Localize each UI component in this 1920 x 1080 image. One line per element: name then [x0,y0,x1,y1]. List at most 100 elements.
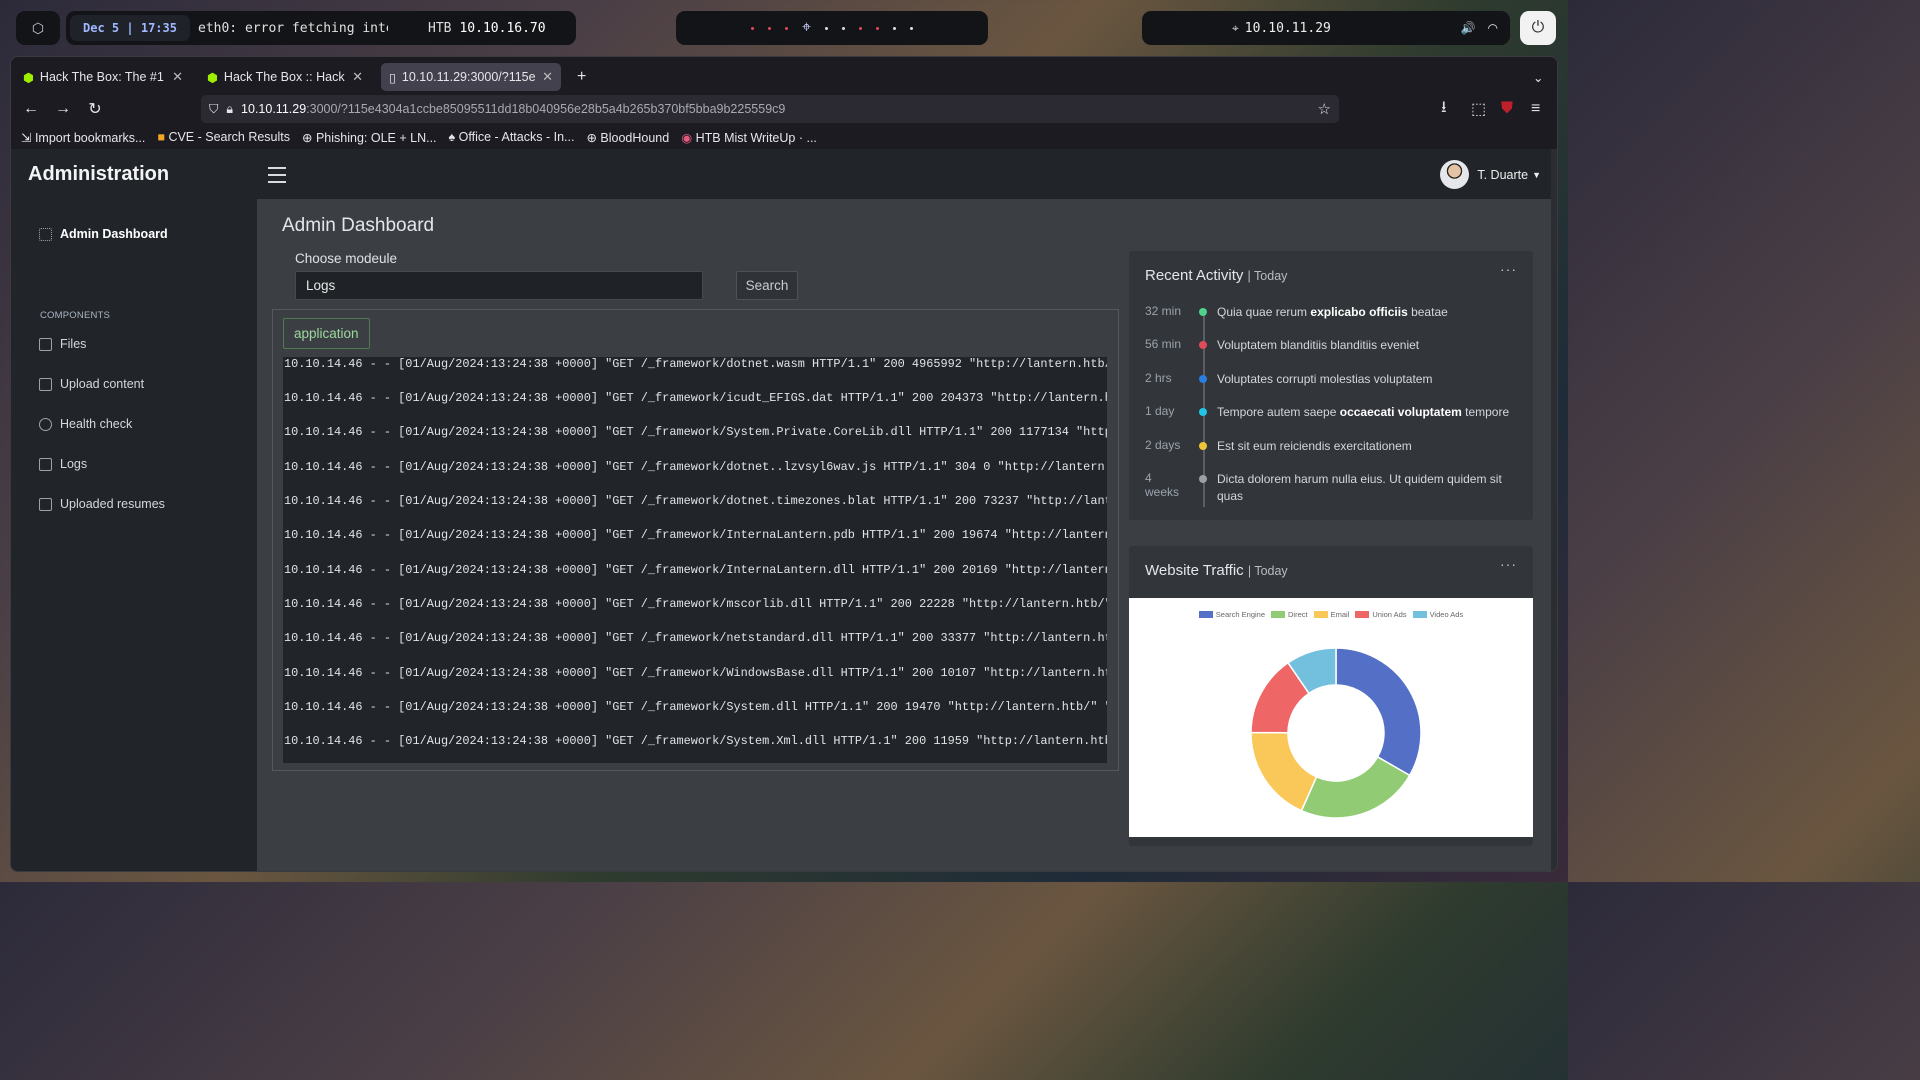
close-icon[interactable]: ✕ [542,69,553,85]
card-subtitle: | Today [1247,269,1288,283]
activity-item: 2 hrs Voluptates corrupti molestias volup… [1145,371,1523,388]
sidebar-item-upload[interactable]: Upload content [39,377,144,391]
close-icon[interactable]: ✕ [172,69,183,85]
legend-item[interactable]: Union Ads [1355,610,1407,619]
main-content: Admin Dashboard Choose modeule Logs Sear… [257,199,1557,871]
tab-htb-home[interactable]: ⬢ Hack The Box: The #1 C ✕ [15,63,191,91]
wifi-icon[interactable]: ◠ [1488,21,1498,35]
card-subtitle: | Today [1247,564,1288,578]
bookmark-label: BloodHound [600,130,670,145]
tab-htb-hack[interactable]: ⬢ Hack The Box :: Hack Th ✕ [199,63,371,91]
hamburger-icon[interactable] [268,167,286,188]
sidebar-item-resumes[interactable]: Uploaded resumes [39,497,165,511]
activity-dot [1199,408,1207,416]
log-viewer[interactable]: 10.10.14.46 - - [01/Aug/2024:13:24:38 +0… [283,357,1107,763]
card-title: Website Traffic | Today [1145,562,1288,579]
star-icon[interactable]: ☆ [1318,100,1331,118]
upload-icon [39,377,52,391]
legend-label: Email [1330,610,1350,619]
target-ip: 10.10.11.29 [1244,20,1331,36]
download-icon[interactable]: ⭳ [1441,96,1447,123]
activity-dot [1199,375,1207,383]
clock[interactable]: Dec 5 | 17:35 [70,15,190,41]
activity-text: Voluptatem blanditiis blanditiis eveniet [1217,337,1523,354]
back-button[interactable]: ← [17,100,45,118]
sidebar-item-files[interactable]: Files [39,337,86,351]
page-scrollbar[interactable] [1551,149,1557,871]
extensions-icon[interactable]: ⬚ [1471,99,1486,119]
application-log-button[interactable]: application [283,318,370,349]
tab-label: Hack The Box: The #1 C [39,70,167,84]
legend-item[interactable]: Search Engine [1198,610,1265,619]
module-label: Choose modeule [295,251,398,266]
forward-button[interactable]: → [49,100,77,118]
activity-item: 56 min Voluptatem blanditiis blanditiis e… [1145,337,1523,354]
grid-icon [39,227,52,241]
htb-cube-icon: ⬢ [23,70,34,85]
sidebar-item-label: Logs [60,457,88,471]
bookmark-cve[interactable]: ■ CVE - Search Results [157,130,290,144]
chart-legend[interactable]: Search Engine Direct Email Union Ads Video A… [1129,610,1533,619]
bookmark-label: CVE - Search Results [168,130,291,144]
card-title: Recent Activity | Today [1145,267,1287,284]
bookmark-label: Import bookmarks... [34,130,146,145]
module-input[interactable]: Logs [295,271,703,300]
activity-dot [1199,475,1207,483]
sidebar-item-label: Files [60,337,87,351]
menu-icon[interactable]: ≡ [1531,100,1540,118]
log-line: 10.10.14.46 - - [01/Aug/2024:13:24:38 +0… [284,494,1107,508]
bookmark-office[interactable]: ♠ Office - Attacks - In... [449,130,575,144]
activity-time: 56 min [1145,337,1182,351]
donut-slice[interactable] [1300,755,1411,819]
page-icon: ▯ [389,70,396,85]
activity-text: Quia quae rerum explicabo officiis beata… [1217,304,1523,321]
donut-slice[interactable] [1335,647,1422,777]
legend-item[interactable]: Email [1313,610,1350,619]
bookmark-import[interactable]: ⇲ Import bookmarks... [21,130,145,145]
sidebar-item-health[interactable]: Health check [39,417,132,431]
page-title: Admin Dashboard [282,215,435,236]
more-icon[interactable]: ··· [1500,261,1517,277]
volume-icon[interactable]: 🔊 [1461,21,1476,35]
caret-down-icon: ▼ [1532,169,1541,180]
htb-label: HTB [428,20,452,36]
clock-time: 17:35 [140,21,177,35]
log-line: 10.10.14.46 - - [01/Aug/2024:13:24:38 +0… [284,734,1107,748]
workspace-indicator[interactable]: ⬡ [16,11,60,45]
search-button[interactable]: Search [736,271,798,300]
website-traffic-card: Website Traffic | Today ··· Search Engin… [1129,546,1533,846]
import-icon: ⇲ [21,130,35,145]
log-line: 10.10.14.46 - - [01/Aug/2024:13:24:38 +0… [284,425,1107,439]
traffic-chart: Search Engine Direct Email Union Ads Video A… [1129,598,1533,837]
bookmark-phishing[interactable]: ⊕ Phishing: OLE + LN... [302,130,437,145]
reload-button[interactable]: ↻ [81,99,109,119]
legend-item[interactable]: Video Ads [1412,610,1463,619]
sidebar-item-dashboard[interactable]: Admin Dashboard [39,227,168,241]
app-header: Administration T. Duarte ▼ [11,149,1557,199]
donut-slice[interactable] [1250,731,1318,812]
activity-item: 4 weeks Dicta dolorem harum nulla eius. U… [1145,471,1523,505]
tab-active[interactable]: ▯ 10.10.11.29:3000/?115e ✕ [381,63,561,91]
bookmark-bloodhound[interactable]: ⊕ BloodHound [586,130,669,145]
activity-dot [1199,442,1207,450]
power-button[interactable]: ⏻ [1520,11,1556,45]
donut-chart[interactable] [1231,628,1441,838]
url-host: 10.10.11.29 [241,102,307,116]
new-tab-button[interactable]: + [569,63,593,91]
close-icon[interactable]: ✕ [352,69,363,85]
list-tabs-button[interactable]: ⌄ [1525,63,1549,91]
url-bar[interactable]: ⛉ 🔒︎ 10.10.11.29:3000/?115e4304a1ccbe850… [201,95,1339,123]
more-icon[interactable]: ··· [1500,556,1517,572]
user-menu[interactable]: T. Duarte ▼ [1440,160,1541,189]
tab-label: 10.10.11.29:3000/?115e [401,70,536,84]
globe-icon: ⊕ [586,130,601,145]
bookmark-mist[interactable]: ◉ HTB Mist WriteUp · ... [681,130,817,145]
user-name: T. Duarte [1477,167,1529,182]
log-line: 10.10.14.46 - - [01/Aug/2024:13:24:38 +0… [284,563,1107,577]
ublock-icon[interactable]: ⛊ [1501,100,1513,118]
workspace-dots[interactable]: ⌖ [676,11,988,45]
legend-item[interactable]: Direct [1271,610,1308,619]
journal-icon [39,457,52,471]
sidebar-item-logs[interactable]: Logs [39,457,87,471]
app-brand[interactable]: Administration [28,163,169,186]
